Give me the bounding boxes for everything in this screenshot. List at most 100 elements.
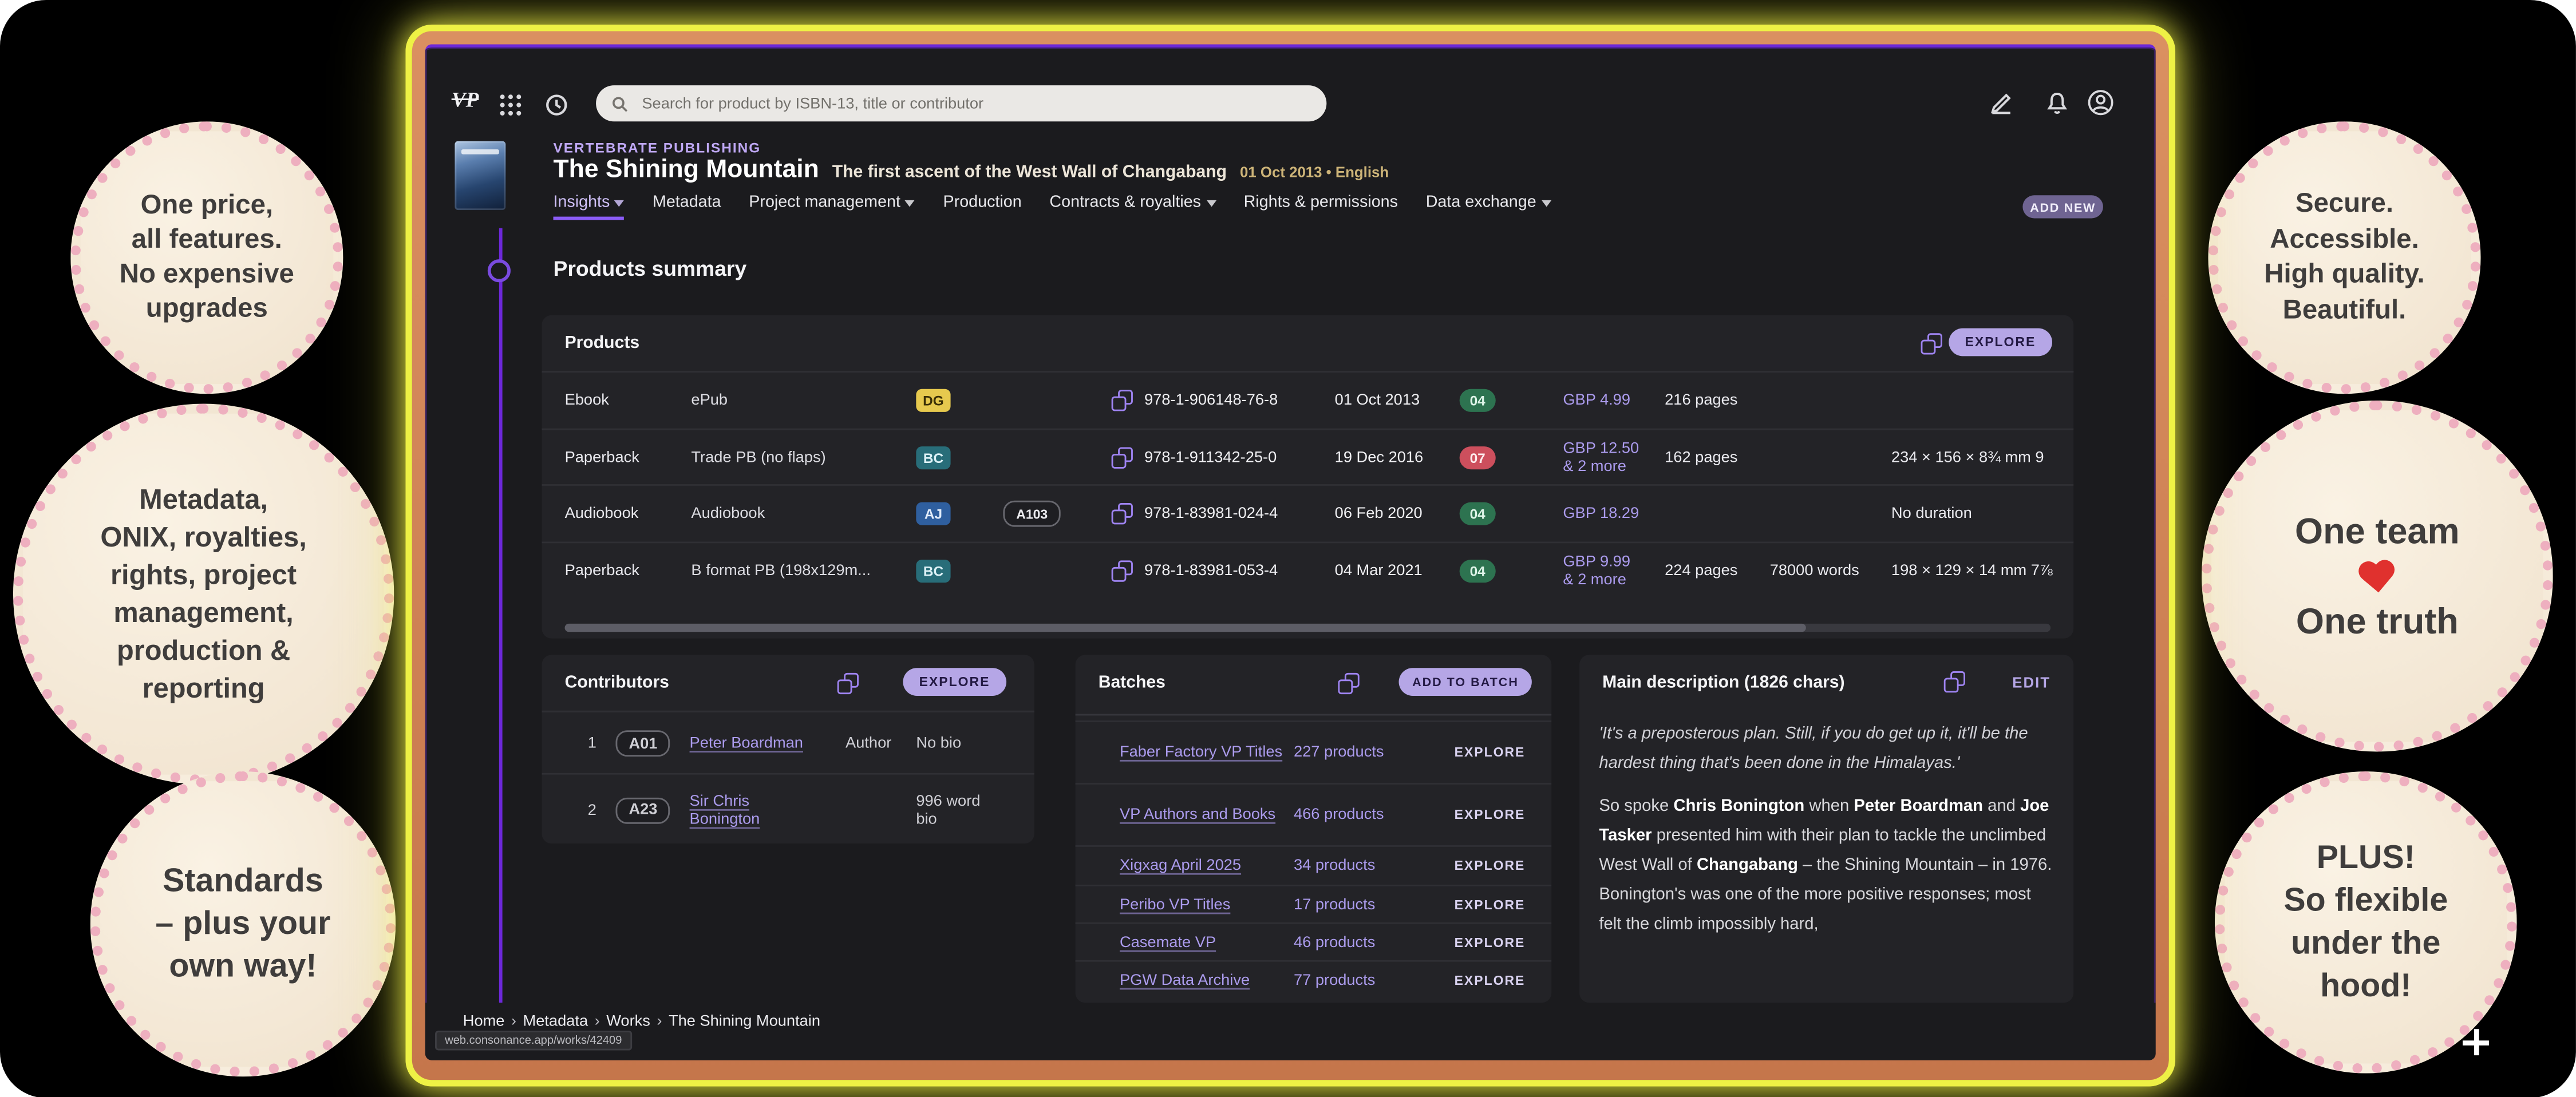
timeline-dot: [488, 259, 511, 282]
breadcrumb-separator: ›: [657, 1013, 662, 1031]
horizontal-scrollbar[interactable]: [565, 624, 2051, 632]
copy-icon[interactable]: [1944, 671, 1965, 692]
products-explore-button[interactable]: EXPLORE: [1949, 328, 2052, 357]
product-price-link[interactable]: GBP 9.99 & 2 more: [1563, 553, 1658, 589]
product-price-link[interactable]: GBP 4.99: [1563, 392, 1658, 410]
batch-explore-button[interactable]: EXPLORE: [1455, 895, 1526, 914]
product-isbn: 978-1-83981-053-4: [1144, 562, 1278, 580]
copy-isbn-icon[interactable]: [1112, 560, 1133, 581]
contributor-index: 2: [588, 801, 596, 819]
copy-icon[interactable]: [1921, 333, 1942, 354]
tab-insights[interactable]: Insights: [554, 193, 625, 220]
product-price-link[interactable]: GBP 18.29: [1563, 505, 1658, 524]
status-badge: 04: [1460, 502, 1496, 525]
book-cover-thumbnail[interactable]: [455, 141, 505, 210]
contributor-index: 1: [588, 734, 596, 753]
badge-text: Secure. Accessible. High quality. Beauti…: [2264, 187, 2424, 328]
product-format: Audiobook: [691, 505, 908, 524]
product-isbn: 978-1-83981-024-4: [1144, 505, 1278, 524]
product-row[interactable]: Paperback B format PB (198x129m... BC 97…: [542, 541, 2073, 599]
work-subtitle: The first ascent of the West Wall of Cha…: [832, 163, 1227, 182]
contributor-name-link[interactable]: Peter Boardman: [690, 734, 829, 753]
batch-explore-button[interactable]: EXPLORE: [1455, 743, 1526, 763]
products-panel-title: Products: [565, 333, 640, 353]
tab-rights-permissions[interactable]: Rights & permissions: [1244, 193, 1398, 216]
batch-explore-button[interactable]: EXPLORE: [1455, 971, 1526, 990]
batch-name-link[interactable]: Casemate VP: [1120, 933, 1284, 952]
format-code-badge: BC: [916, 446, 950, 469]
batch-row[interactable]: Casemate VP 46 products EXPLORE: [1076, 922, 1552, 962]
description-panel-title: Main description (1826 chars): [1602, 673, 1844, 692]
work-meta: 01 Oct 2013 • English: [1240, 164, 1389, 181]
product-row[interactable]: Audiobook Audiobook AJ A103 978-1-83981-…: [542, 484, 2073, 542]
batch-name-link[interactable]: PGW Data Archive: [1120, 971, 1284, 990]
batch-row[interactable]: Faber Factory VP Titles 227 products EXP…: [1076, 720, 1552, 785]
breadcrumb-item[interactable]: Works: [606, 1013, 650, 1031]
search-input[interactable]: [639, 93, 1312, 114]
batch-explore-button[interactable]: EXPLORE: [1455, 857, 1526, 876]
account-icon[interactable]: [2087, 89, 2115, 117]
contributors-panel-title: Contributors: [565, 673, 669, 692]
heart-icon: [2356, 559, 2399, 597]
apps-grid-icon[interactable]: [497, 92, 524, 118]
marketing-canvas: One price, all features. No expensive up…: [0, 0, 2576, 1097]
add-to-batch-button[interactable]: ADD TO BATCH: [1399, 668, 1532, 696]
contributors-explore-button[interactable]: EXPLORE: [903, 668, 1006, 696]
product-pages: 162 pages: [1665, 449, 1737, 467]
batch-row[interactable]: PGW Data Archive 77 products EXPLORE: [1076, 960, 1552, 1000]
chevron-down-icon: [1206, 199, 1216, 205]
batch-row[interactable]: VP Authors and Books 466 products EXPLOR…: [1076, 783, 1552, 847]
batch-name-link[interactable]: Peribo VP Titles: [1120, 895, 1284, 914]
product-type: Audiobook: [565, 505, 639, 524]
contributor-row[interactable]: 2 A23 Sir Chris Bonington 996 word bio: [542, 773, 1034, 843]
edit-description-button[interactable]: EDIT: [2012, 675, 2050, 691]
main-description-panel: Main description (1826 chars) EDIT 'It's…: [1579, 655, 2073, 1003]
batch-product-count: 466 products: [1294, 806, 1386, 825]
tab-production[interactable]: Production: [943, 193, 1022, 216]
contributor-role: Author: [846, 734, 891, 753]
contributor-row[interactable]: 1 A01 Peter Boardman Author No bio: [542, 711, 1034, 775]
breadcrumb-item[interactable]: Home: [463, 1013, 505, 1031]
vp-logo[interactable]: VP: [452, 87, 479, 113]
history-icon[interactable]: [543, 92, 570, 118]
tab-data-exchange[interactable]: Data exchange: [1426, 193, 1551, 216]
divider: [1076, 714, 1552, 716]
contributor-role-code-badge: A01: [616, 730, 671, 757]
tab-project-management[interactable]: Project management: [749, 193, 915, 216]
batch-name-link[interactable]: VP Authors and Books: [1120, 806, 1284, 825]
laptop-frame: VP VERTEBRATE PUBLISHING: [405, 25, 2175, 1087]
copy-isbn-icon[interactable]: [1112, 390, 1133, 411]
batch-row[interactable]: Xigxag April 2025 34 products EXPLORE: [1076, 845, 1552, 886]
notifications-bell-icon[interactable]: [2044, 90, 2071, 117]
contributor-name-link[interactable]: Sir Chris Bonington: [690, 792, 775, 828]
breadcrumb-item[interactable]: Metadata: [523, 1013, 588, 1031]
batches-panel-title: Batches: [1099, 673, 1165, 692]
badge-text: One price, all features. No expensive up…: [120, 189, 294, 327]
batch-product-count: 34 products: [1294, 857, 1386, 876]
chevron-down-icon: [615, 199, 625, 205]
copy-isbn-icon[interactable]: [1112, 504, 1133, 525]
scrollbar-thumb[interactable]: [565, 624, 1806, 632]
copy-isbn-icon[interactable]: [1112, 447, 1133, 468]
batch-explore-button[interactable]: EXPLORE: [1455, 806, 1526, 825]
tab-label: Production: [943, 193, 1022, 212]
copy-icon[interactable]: [837, 673, 859, 694]
status-badge: 07: [1460, 446, 1496, 469]
batch-name-link[interactable]: Faber Factory VP Titles: [1120, 743, 1284, 763]
badge-text: PLUS! So flexible under the hood!: [2283, 837, 2448, 1008]
copy-icon[interactable]: [1338, 673, 1359, 694]
product-row[interactable]: Ebook ePub DG 978-1-906148-76-8 01 Oct 2…: [542, 371, 2073, 429]
product-row[interactable]: Paperback Trade PB (no flaps) BC 978-1-9…: [542, 427, 2073, 486]
tab-metadata[interactable]: Metadata: [653, 193, 721, 216]
products-panel: Products EXPLORE Ebook ePub DG 978-1-906…: [542, 315, 2073, 639]
tab-contracts-royalties[interactable]: Contracts & royalties: [1049, 193, 1215, 216]
batch-row[interactable]: Peribo VP Titles 17 products EXPLORE: [1076, 885, 1552, 924]
add-new-button[interactable]: ADD NEW: [2022, 195, 2103, 218]
search-bar[interactable]: [596, 85, 1326, 121]
batch-name-link[interactable]: Xigxag April 2025: [1120, 857, 1284, 876]
product-price-link[interactable]: GBP 12.50 & 2 more: [1563, 439, 1658, 476]
product-pub-date: 19 Dec 2016: [1335, 449, 1424, 467]
compose-icon[interactable]: [1988, 90, 2014, 117]
batch-explore-button[interactable]: EXPLORE: [1455, 933, 1526, 952]
breadcrumb-item[interactable]: The Shining Mountain: [669, 1013, 820, 1031]
